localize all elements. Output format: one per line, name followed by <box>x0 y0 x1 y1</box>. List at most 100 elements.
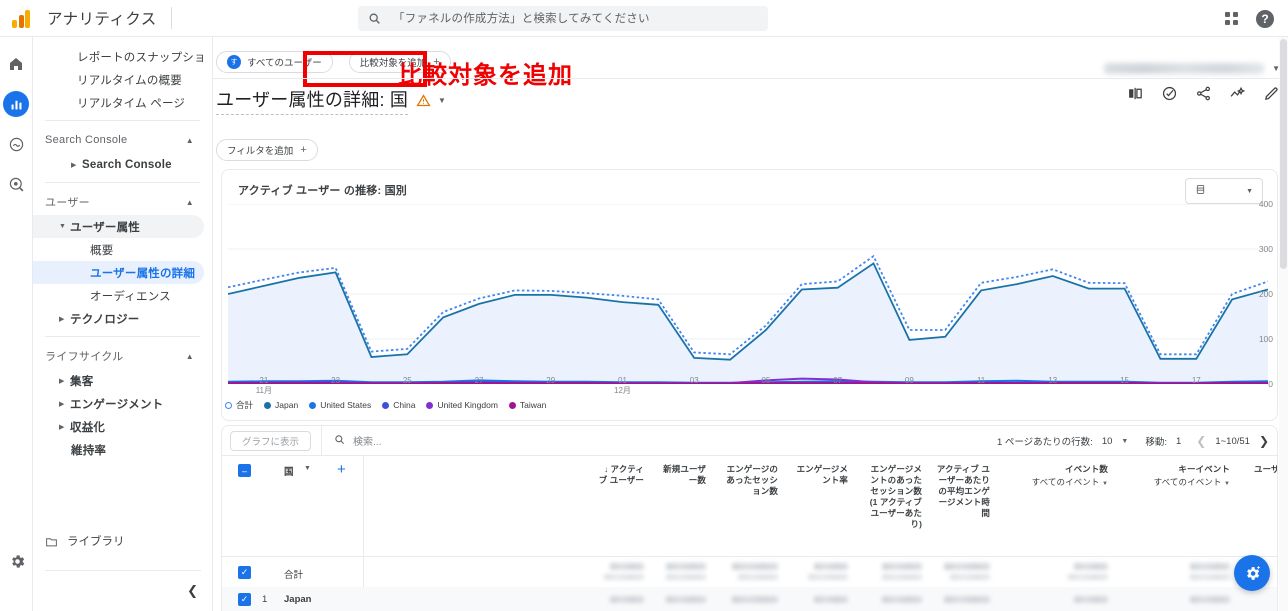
prev-page-button[interactable]: ❮ <box>1196 434 1206 448</box>
sidebar-collapse-button[interactable]: ❮ <box>187 583 198 599</box>
x-tick-label: 27 <box>474 376 484 385</box>
chevron-down-icon: ▼ <box>1246 187 1253 195</box>
top-app-bar: アナリティクス ? <box>0 0 1288 37</box>
column-header-title: キーイベント <box>1178 464 1230 474</box>
add-filter-button[interactable]: フィルタを追加 + <box>216 139 318 161</box>
x-tick-label: 23 <box>331 376 341 385</box>
sidebar-item-label: 維持率 <box>71 444 107 457</box>
column-header[interactable]: エンゲージのあったセッション数 <box>724 464 778 497</box>
sidebar-item-audience[interactable]: オーディエンス <box>33 284 204 307</box>
sidebar-item-technology[interactable]: ▶ テクノロジー <box>33 307 204 330</box>
sidebar-item-acquisition[interactable]: ▶ 集客 <box>33 369 204 392</box>
row-checkbox[interactable]: ✓ <box>238 593 251 606</box>
granularity-select[interactable]: ▼ <box>1185 178 1263 204</box>
active-users-trend-chart[interactable] <box>228 203 1268 384</box>
rail-item-advertising[interactable] <box>3 171 29 197</box>
scrollbar-thumb[interactable] <box>1280 39 1287 269</box>
column-header-title: 新規ユーザー数 <box>663 464 706 485</box>
gear-sparkle-icon[interactable] <box>1234 555 1270 591</box>
legend-item[interactable]: 合計 <box>225 399 253 411</box>
column-header[interactable]: ユーザー キーイベント レートすべてのイベント ▼ <box>1252 464 1277 501</box>
row-checkbox[interactable]: ✓ <box>238 565 251 579</box>
column-header-title: アクティブ ユーザーあたりの平均エンゲージメント時間 <box>936 464 990 518</box>
goto-value[interactable]: 1 <box>1176 436 1181 447</box>
table-search[interactable]: 検索... <box>334 433 381 448</box>
metric-value-blurred <box>666 596 706 603</box>
rows-per-page-value[interactable]: 10 <box>1102 436 1113 447</box>
edit-pencil-icon[interactable] <box>1263 85 1280 107</box>
table-row[interactable]: ✓ 合計 <box>222 557 1277 587</box>
sidebar-item-label: ライブラリ <box>67 536 125 548</box>
date-range-value-blurred <box>1104 62 1265 74</box>
metric-value-blurred <box>882 563 922 570</box>
bar-chart-icon <box>11 100 21 109</box>
sidebar-item-monetization[interactable]: ▶ 収益化 <box>33 415 204 438</box>
audience-chip-all-users[interactable]: す すべてのユーザー <box>216 51 333 73</box>
legend-item[interactable]: China <box>382 400 415 410</box>
plus-icon: + <box>300 144 307 156</box>
insights-check-icon[interactable] <box>1161 85 1178 107</box>
rows-per-page-label: 1 ページあたりの行数: <box>996 437 1093 448</box>
compare-insights-icon[interactable] <box>1127 85 1144 107</box>
y-tick-label: 0 <box>1268 379 1273 389</box>
rail-item-explore[interactable] <box>3 131 29 157</box>
chevron-down-icon[interactable]: ▼ <box>1224 481 1230 487</box>
chevron-down-icon[interactable]: ▼ <box>438 96 446 105</box>
column-header[interactable]: 新規ユーザー数 <box>660 464 706 486</box>
legend-label: 合計 <box>236 400 254 410</box>
sidebar-item-realtime-overview[interactable]: リアルタイムの概要 <box>33 68 204 91</box>
sidebar-item-reports-snapshot[interactable]: レポートのスナップショット <box>33 45 204 68</box>
chevron-down-icon[interactable]: ▼ <box>1121 438 1128 445</box>
sidebar-item-engagement[interactable]: ▶ エンゲージメント <box>33 392 204 415</box>
next-page-button[interactable]: ❯ <box>1259 434 1269 448</box>
metric-subvalue-blurred <box>1190 574 1230 580</box>
sidebar-group-user[interactable]: ユーザー ▲ <box>33 189 212 215</box>
legend-item[interactable]: United Kingdom <box>426 400 498 410</box>
metric-value-blurred <box>814 596 848 603</box>
y-tick-label: 400 <box>1258 199 1273 209</box>
sidebar-item-label: ユーザー属性 <box>70 221 140 234</box>
apps-grid-icon[interactable] <box>1225 12 1238 25</box>
sidebar-item-label: リアルタイムの概要 <box>77 74 182 87</box>
page-scrollbar[interactable] <box>1279 37 1288 611</box>
metric-subvalue-blurred <box>1068 574 1108 580</box>
legend-item[interactable]: Japan <box>264 400 298 410</box>
search-input[interactable] <box>391 11 731 26</box>
help-circle-icon[interactable]: ? <box>1256 9 1274 28</box>
column-header-subtitle: すべてのイベント ▼ <box>1252 488 1277 501</box>
metric-value-blurred <box>610 563 644 570</box>
column-header[interactable]: ↓ アクティブ ユーザー <box>596 464 644 486</box>
sidebar-item-label: 収益化 <box>70 421 106 434</box>
show-in-graph-button[interactable]: グラフに表示 <box>230 430 312 451</box>
table-row[interactable]: ✓ 1 Japan <box>222 587 1277 611</box>
share-icon[interactable] <box>1195 85 1212 107</box>
sidebar-item-retention[interactable]: 維持率 <box>33 438 204 461</box>
legend-color-dot <box>508 401 516 409</box>
warning-triangle-icon[interactable] <box>416 93 431 107</box>
sidebar-item-realtime-pages[interactable]: リアルタイム ページ <box>33 91 204 114</box>
global-search[interactable] <box>358 6 768 31</box>
column-header[interactable]: エンゲージメントのあったセッション数 (1 アクティブ ユーザーあたり) <box>862 464 922 530</box>
column-header[interactable]: イベント数 すべてのイベント ▼ <box>1012 464 1108 490</box>
trend-spark-icon[interactable] <box>1229 85 1246 107</box>
sidebar-item-user-attributes[interactable]: ▼ ユーザー属性 <box>33 215 204 238</box>
rail-item-home[interactable] <box>3 51 29 77</box>
legend-item[interactable]: Taiwan <box>508 400 546 410</box>
column-header[interactable]: キーイベント すべてのイベント ▼ <box>1134 464 1230 490</box>
legend-item[interactable]: United States <box>309 400 371 410</box>
sidebar-item-search-console[interactable]: ▶ Search Console <box>33 153 204 176</box>
header-divider <box>213 78 1288 79</box>
sidebar-group-search-console[interactable]: Search Console ▲ <box>33 127 212 153</box>
column-header[interactable]: エンゲージメント率 <box>796 464 848 486</box>
x-tick-label: 29 <box>546 376 556 385</box>
rail-item-reports[interactable] <box>3 91 29 117</box>
sidebar-group-lifecycle[interactable]: ライフサイクル ▲ <box>33 343 212 369</box>
rail-item-settings[interactable] <box>4 548 30 574</box>
date-range-selector[interactable]: ▼ <box>1090 57 1280 79</box>
chevron-down-icon[interactable]: ▼ <box>1102 481 1108 487</box>
sidebar-item-library[interactable]: ライブラリ <box>33 529 212 553</box>
sidebar-item-user-attribute-details[interactable]: ユーザー属性の詳細 <box>33 261 204 284</box>
column-header[interactable]: アクティブ ユーザーあたりの平均エンゲージメント時間 <box>934 464 990 519</box>
sidebar-item-overview[interactable]: 概要 <box>33 238 204 261</box>
metric-subvalue-blurred <box>950 574 990 580</box>
